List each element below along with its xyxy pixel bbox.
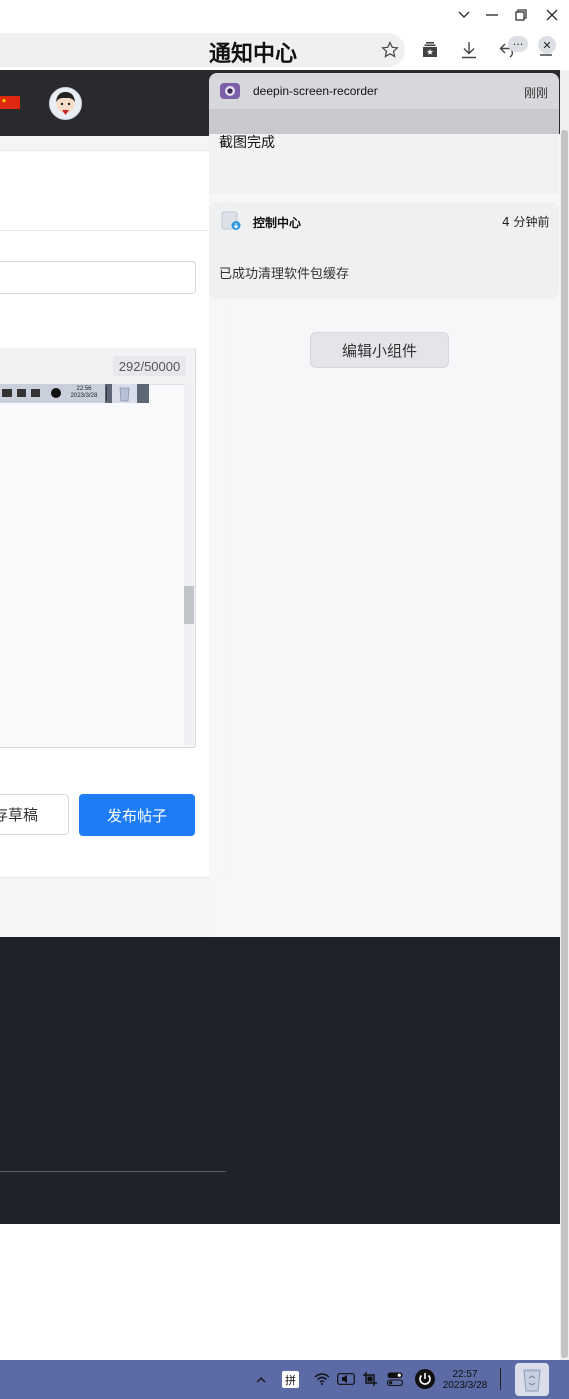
- close-icon[interactable]: [541, 5, 563, 25]
- minimize-icon[interactable]: [481, 5, 503, 25]
- save-draft-button[interactable]: 存草稿: [0, 794, 69, 835]
- notification-message: 已成功清理软件包缓存: [219, 267, 350, 282]
- publish-post-button[interactable]: 发布帖子: [79, 794, 195, 836]
- taskbar-clock[interactable]: 22:57 2023/3/28: [438, 1369, 492, 1391]
- trash-icon[interactable]: [515, 1363, 549, 1396]
- notification-center-title: 通知中心: [209, 42, 298, 67]
- close-notifications-button[interactable]: ✕: [538, 36, 556, 54]
- notification-time: 4 分钟前: [502, 215, 550, 229]
- tray-expand-icon[interactable]: [251, 1369, 271, 1389]
- clock-date: 2023/3/28: [442, 1380, 488, 1391]
- character-counter: 292/50000: [113, 356, 186, 376]
- control-center-icon: [221, 211, 241, 231]
- content-editor[interactable]: [0, 348, 196, 748]
- editor-scrollbar[interactable]: [184, 384, 194, 745]
- user-avatar[interactable]: [49, 87, 82, 120]
- screen-recorder-icon: [219, 80, 241, 102]
- thumbnail-trash-icon: [112, 384, 137, 403]
- control-center-toggle-icon[interactable]: [385, 1369, 405, 1389]
- site-footer: [0, 937, 560, 1224]
- collections-icon[interactable]: [418, 38, 442, 62]
- thumbnail-clock-date: 2023/3/28: [70, 393, 98, 399]
- thumbnail-separator: [106, 386, 107, 401]
- chevron-down-icon[interactable]: [453, 5, 475, 25]
- wifi-icon[interactable]: [312, 1369, 332, 1389]
- notification-app-name: 控制中心: [253, 216, 302, 230]
- restore-icon[interactable]: [510, 5, 532, 25]
- input-method-indicator[interactable]: 拼: [282, 1371, 299, 1388]
- editor-scrollbar-thumb[interactable]: [184, 586, 194, 624]
- taskbar-separator: [500, 1368, 501, 1390]
- address-bar[interactable]: [0, 33, 405, 67]
- divider: [0, 230, 225, 231]
- download-icon[interactable]: [457, 38, 481, 62]
- page-scrollbar-thumb[interactable]: [561, 130, 568, 1358]
- thumbnail-clock-time: 22:56: [76, 386, 92, 392]
- thumbnail-clock: 22:56 2023/3/28: [63, 384, 105, 403]
- notification-card-band: [209, 109, 559, 134]
- star-icon[interactable]: [378, 38, 402, 62]
- footer-divider: [0, 1171, 226, 1172]
- edit-widgets-button[interactable]: 编辑小组件: [310, 332, 449, 368]
- volume-icon[interactable]: [336, 1369, 356, 1389]
- clock-time: 22:57: [452, 1369, 478, 1380]
- screenshot-icon[interactable]: [360, 1369, 380, 1389]
- notification-app-name: deepin-screen-recorder: [253, 84, 378, 98]
- notification-time: 刚刚: [524, 86, 549, 100]
- power-icon[interactable]: [414, 1368, 436, 1390]
- china-flag-icon[interactable]: [0, 96, 20, 109]
- more-options-button[interactable]: ···: [508, 36, 528, 52]
- title-input[interactable]: [0, 261, 196, 294]
- notification-message: 截图完成: [219, 135, 275, 151]
